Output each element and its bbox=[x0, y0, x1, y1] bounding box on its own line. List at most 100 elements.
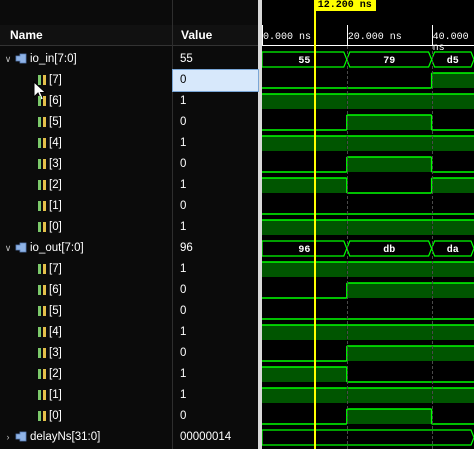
waveform-pane[interactable]: 0.000 ns 20.000 ns 40.000 ns 55 79 d5 96 db da … bbox=[262, 0, 474, 449]
signal-value[interactable]: 0 bbox=[173, 406, 258, 427]
bus-segment-label: 55 bbox=[298, 56, 310, 67]
name-column-header[interactable]: Name bbox=[0, 25, 172, 46]
bit-signal-row[interactable]: [7] bbox=[0, 259, 172, 280]
signal-name: [4] bbox=[49, 137, 62, 149]
bit-signal-row[interactable]: [1] bbox=[0, 385, 172, 406]
bit-signal-icon bbox=[38, 327, 46, 337]
expand-chevron-icon[interactable]: › bbox=[3, 427, 13, 448]
signal-name: [3] bbox=[49, 158, 62, 170]
bit-signal-row[interactable]: [4] bbox=[0, 133, 172, 154]
wave-high-segment bbox=[346, 388, 432, 403]
signal-name: delayNs[31:0] bbox=[30, 431, 101, 443]
wave-high-segment bbox=[262, 325, 347, 340]
bus-signal-row[interactable]: › delayNs[31:0] bbox=[0, 427, 172, 448]
signal-value[interactable]: 55 bbox=[173, 49, 258, 70]
time-cursor[interactable] bbox=[313, 0, 316, 449]
bit-signal-icon bbox=[38, 201, 46, 211]
signal-value[interactable]: 00000014 bbox=[173, 427, 258, 448]
bit-signal-row[interactable]: [6] bbox=[0, 280, 172, 301]
signal-name: [1] bbox=[49, 200, 62, 212]
wave-high-segment bbox=[262, 220, 347, 235]
bit-signal-icon bbox=[38, 96, 46, 106]
bit-signal-row[interactable]: [6] bbox=[0, 91, 172, 112]
bit-signal-row[interactable]: [4] bbox=[0, 322, 172, 343]
signal-value[interactable]: 1 bbox=[173, 385, 258, 406]
bit-signal-icon bbox=[38, 411, 46, 421]
signal-value[interactable]: 1 bbox=[173, 259, 258, 280]
bit-signal-icon bbox=[38, 348, 46, 358]
signal-name: [5] bbox=[49, 116, 62, 128]
bit-signal-icon bbox=[38, 285, 46, 295]
bit-signal-row[interactable]: [3] bbox=[0, 154, 172, 175]
signal-name: [0] bbox=[49, 410, 62, 422]
signal-name: [5] bbox=[49, 305, 62, 317]
signal-value[interactable]: 1 bbox=[173, 91, 258, 112]
bit-signal-row[interactable]: [0] bbox=[0, 406, 172, 427]
wave-high-segment bbox=[431, 136, 474, 151]
signal-value[interactable]: 1 bbox=[173, 322, 258, 343]
wave-high-segment bbox=[431, 388, 474, 403]
collapse-chevron-icon[interactable]: ∨ bbox=[3, 49, 13, 70]
bit-signal-row[interactable]: [3] bbox=[0, 343, 172, 364]
bit-signal-row[interactable]: [2] bbox=[0, 175, 172, 196]
value-column-header[interactable]: Value bbox=[173, 25, 258, 46]
wave-high-segment bbox=[346, 94, 432, 109]
wave-high-segment bbox=[346, 136, 432, 151]
bit-signal-icon bbox=[38, 138, 46, 148]
signal-value[interactable]: 0 bbox=[173, 154, 258, 175]
bit-signal-icon bbox=[38, 369, 46, 379]
bit-signal-row[interactable]: [5] bbox=[0, 301, 172, 322]
bus-signal-icon bbox=[15, 431, 27, 442]
wave-high-segment bbox=[262, 178, 347, 193]
wave-high-segment bbox=[431, 94, 474, 109]
bus-segment-label: da bbox=[447, 244, 459, 256]
wave-high-segment bbox=[346, 325, 432, 340]
signal-value[interactable]: 0 bbox=[172, 69, 259, 92]
wave-high-segment bbox=[262, 367, 347, 382]
bit-signal-row[interactable]: [2] bbox=[0, 364, 172, 385]
wave-high-segment bbox=[262, 388, 347, 403]
bit-signal-icon bbox=[38, 180, 46, 190]
time-gridline bbox=[346, 46, 349, 449]
collapse-chevron-icon[interactable]: ∨ bbox=[3, 238, 13, 259]
signal-value[interactable]: 0 bbox=[173, 343, 258, 364]
bus-segment-label: d5 bbox=[447, 55, 459, 67]
bit-signal-icon bbox=[38, 75, 46, 85]
bit-signal-row[interactable]: [7] bbox=[0, 70, 172, 91]
bus-signal-row[interactable]: ∨ io_in[7:0] bbox=[0, 49, 172, 70]
signal-value[interactable]: 1 bbox=[173, 175, 258, 196]
signal-value[interactable]: 0 bbox=[173, 301, 258, 322]
wave-high-segment bbox=[346, 346, 432, 361]
signal-value[interactable]: 1 bbox=[173, 133, 258, 154]
bit-signal-icon bbox=[38, 306, 46, 316]
signal-name: io_out[7:0] bbox=[30, 242, 84, 254]
signal-value[interactable]: 1 bbox=[173, 217, 258, 238]
wave-high-segment bbox=[346, 409, 432, 424]
bit-signal-row[interactable]: [1] bbox=[0, 196, 172, 217]
wave-high-segment bbox=[346, 157, 432, 172]
wave-high-segment bbox=[346, 115, 432, 130]
signal-name: [2] bbox=[49, 368, 62, 380]
signal-value[interactable]: 1 bbox=[173, 364, 258, 385]
signal-value[interactable]: 0 bbox=[173, 196, 258, 217]
cursor-time-label[interactable]: 12.200 ns bbox=[313, 0, 376, 11]
signal-name: [6] bbox=[49, 95, 62, 107]
bit-signal-row[interactable]: [0] bbox=[0, 217, 172, 238]
signal-name: io_in[7:0] bbox=[30, 53, 77, 65]
bit-signal-icon bbox=[38, 390, 46, 400]
wave-high-segment bbox=[262, 262, 347, 277]
bus-segment bbox=[262, 429, 474, 446]
signal-name: [0] bbox=[49, 221, 62, 233]
signal-name: [6] bbox=[49, 284, 62, 296]
signal-value[interactable]: 0 bbox=[173, 280, 258, 301]
signal-value[interactable]: 96 bbox=[173, 238, 258, 259]
bus-signal-row[interactable]: ∨ io_out[7:0] bbox=[0, 238, 172, 259]
signal-value[interactable]: 0 bbox=[173, 112, 258, 133]
wave-high-segment bbox=[431, 262, 474, 277]
wave-high-segment bbox=[431, 178, 474, 193]
waveform-canvas: 55 79 d5 96 db da bbox=[262, 51, 474, 446]
wave-high-segment bbox=[431, 325, 474, 340]
bus-segment-label: db bbox=[383, 244, 395, 256]
bit-signal-row[interactable]: [5] bbox=[0, 112, 172, 133]
wave-high-segment bbox=[346, 220, 432, 235]
